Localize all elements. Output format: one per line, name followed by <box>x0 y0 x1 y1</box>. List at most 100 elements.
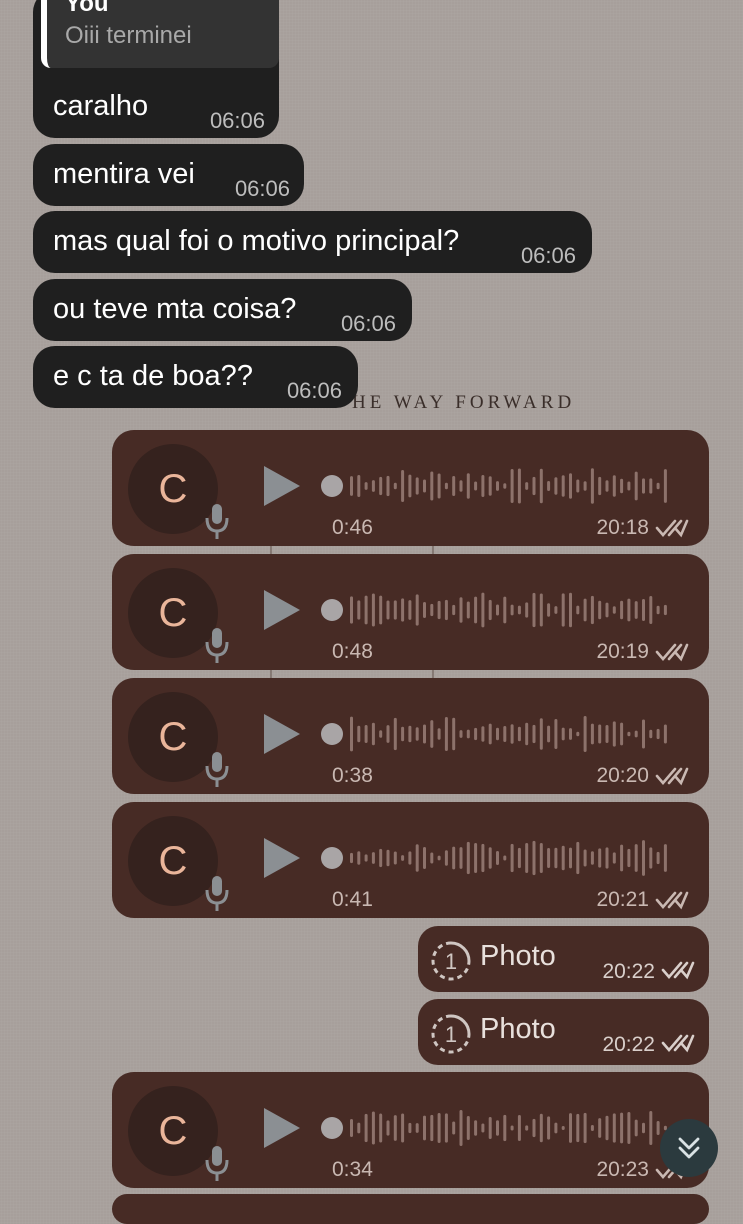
waveform-bar <box>379 476 383 496</box>
waveform-bar <box>620 1112 624 1144</box>
waveform-bar <box>525 602 529 618</box>
waveform-bar <box>598 848 602 868</box>
playback-position-dot <box>321 599 343 621</box>
play-icon[interactable] <box>262 712 302 756</box>
waveform-bar <box>612 475 616 497</box>
waveform-bar <box>634 730 638 738</box>
waveform-bar <box>386 1120 390 1136</box>
waveform-bar <box>642 1122 645 1134</box>
mic-icon <box>205 876 229 911</box>
waveform-bar <box>503 483 507 489</box>
waveform-bar <box>371 593 375 627</box>
message-time: 20:19 <box>596 640 649 663</box>
message-bubble[interactable]: mentira vei 06:06 <box>33 144 304 206</box>
reply-author: You <box>65 0 109 17</box>
waveform-bar <box>488 599 492 621</box>
voice-message[interactable]: C 0:38 20:20 <box>112 678 709 794</box>
double-chevron-down-icon <box>678 1137 700 1159</box>
photo-message[interactable]: 1 Photo 20:22 <box>418 926 709 992</box>
message-text: caralho <box>53 90 149 122</box>
waveform[interactable] <box>320 712 680 756</box>
waveform-bar <box>452 1121 456 1135</box>
waveform-bar <box>620 600 624 620</box>
waveform-bar <box>554 718 558 750</box>
waveform-bar <box>474 843 478 873</box>
waveform-bar <box>364 724 368 744</box>
waveform-bar <box>634 601 638 619</box>
waveform[interactable] <box>320 836 680 880</box>
waveform-bar <box>620 844 624 872</box>
photo-message[interactable]: 1 Photo 20:22 <box>418 999 709 1065</box>
voice-message[interactable]: C 0:48 20:19 <box>112 554 709 670</box>
playback-position-dot <box>321 475 343 497</box>
waveform-bar <box>554 477 558 495</box>
waveform-bar <box>576 1113 580 1143</box>
waveform-bar <box>634 844 638 872</box>
waveform-bar <box>569 728 572 740</box>
waveform-bar <box>430 1114 434 1142</box>
waveform-bar <box>459 730 463 738</box>
waveform-bar <box>503 596 507 624</box>
message-bubble[interactable]: You Oiii terminei caralho 06:06 <box>33 0 279 138</box>
play-icon[interactable] <box>262 464 302 508</box>
waveform-bar <box>532 1118 536 1138</box>
waveform-bar <box>605 602 609 618</box>
waveform-bar <box>415 1123 419 1133</box>
waveform-bar <box>444 717 448 751</box>
waveform-bar <box>364 854 368 862</box>
waveform-bar <box>620 478 624 494</box>
waveform-bar <box>642 598 645 622</box>
voice-message[interactable]: C 0:34 20:23 <box>112 1072 709 1188</box>
message-time: 06:06 <box>209 108 265 133</box>
waveform-bar <box>656 1120 660 1136</box>
voice-message[interactable]: C 0:46 20:18 <box>112 430 709 546</box>
waveform-bar <box>408 725 412 743</box>
waveform-bar <box>488 476 492 496</box>
message-bubble[interactable]: mas qual foi o motivo principal? 06:06 <box>33 211 592 273</box>
waveform-bar <box>423 847 426 869</box>
waveform-bar <box>466 729 470 739</box>
waveform-bar <box>393 600 397 620</box>
waveform-bar <box>517 847 521 869</box>
play-icon[interactable] <box>262 1106 302 1150</box>
waveform-bar <box>357 475 361 497</box>
message-time: 06:06 <box>520 243 576 268</box>
waveform-bar <box>452 717 456 751</box>
play-icon[interactable] <box>262 588 302 632</box>
waveform-bar <box>561 727 565 741</box>
scroll-to-bottom-button[interactable] <box>660 1119 718 1177</box>
waveform-bar <box>503 1114 507 1142</box>
waveform-bar <box>525 1125 529 1131</box>
waveform-bar <box>547 725 551 743</box>
waveform-bar <box>532 592 536 628</box>
voice-message[interactable]: C 0:41 20:21 <box>112 802 709 918</box>
message-time: 20:22 <box>602 1033 655 1056</box>
waveform-bar <box>496 604 499 616</box>
waveform-bar <box>371 480 375 492</box>
view-once-icon: 1 <box>431 941 471 981</box>
waveform[interactable] <box>320 588 680 632</box>
waveform-bar <box>590 1125 594 1131</box>
reply-quote[interactable]: You Oiii terminei <box>41 0 279 68</box>
waveform-bar <box>496 481 499 491</box>
waveform-bar <box>605 725 609 743</box>
waveform-bar <box>663 604 667 616</box>
waveform-bar <box>437 600 441 620</box>
waveform-bar <box>401 1113 405 1143</box>
waveform[interactable] <box>320 464 680 508</box>
message-bubble[interactable]: e c ta de boa?? 06:06 <box>33 346 358 408</box>
waveform-bar <box>430 720 434 748</box>
waveform[interactable] <box>320 1106 680 1150</box>
double-check-icon <box>661 961 695 980</box>
double-check-icon <box>655 891 689 910</box>
play-icon[interactable] <box>262 836 302 880</box>
waveform-bar <box>561 845 565 871</box>
view-once-badge: 1 <box>445 1022 457 1047</box>
waveform-bar <box>583 598 587 622</box>
waveform-bar <box>350 476 353 496</box>
voice-message-partial[interactable] <box>112 1194 709 1224</box>
waveform-bar <box>576 605 580 615</box>
message-bubble[interactable]: ou teve mta coisa? 06:06 <box>33 279 412 341</box>
view-once-badge: 1 <box>445 949 457 974</box>
double-check-icon <box>655 767 689 786</box>
